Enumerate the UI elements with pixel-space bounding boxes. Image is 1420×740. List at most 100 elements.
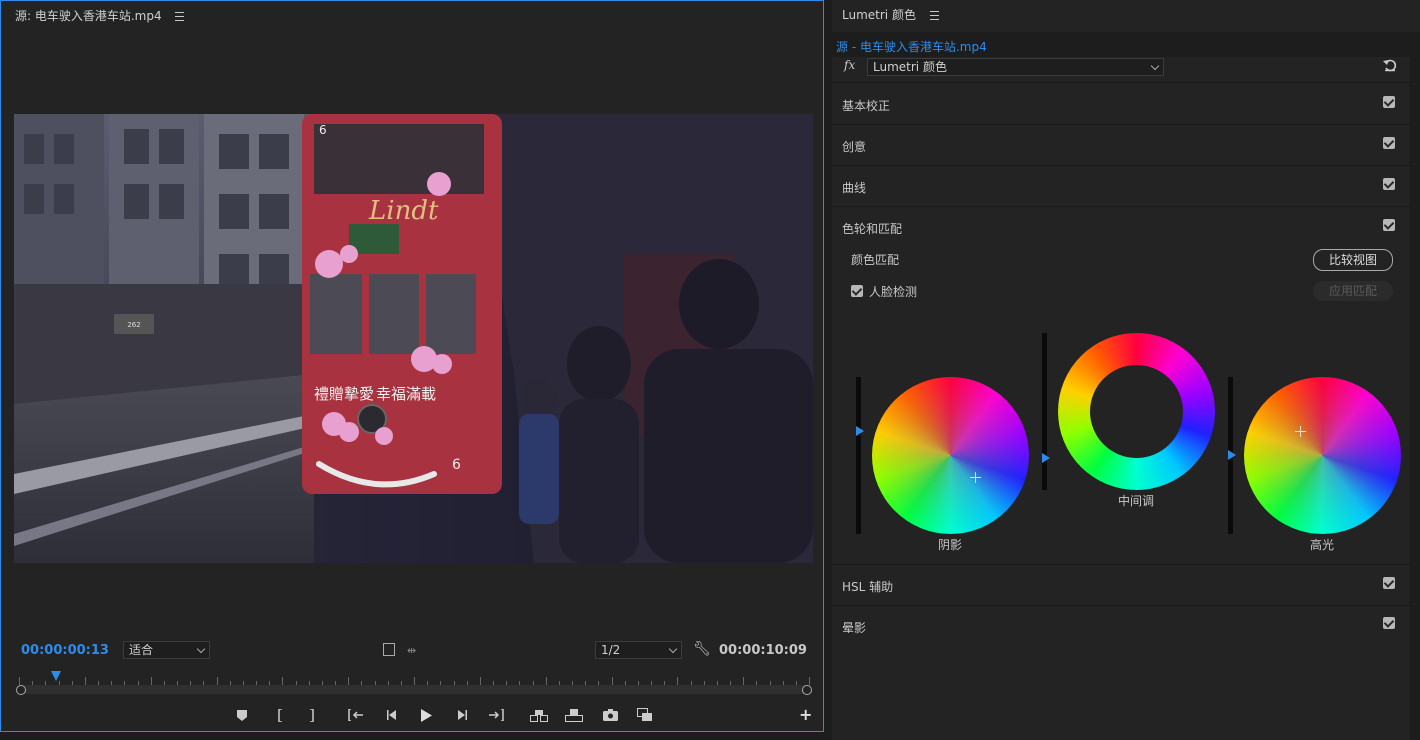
mark-in-button[interactable] xyxy=(270,705,290,725)
section-vignette-label: 晕影 xyxy=(842,621,867,635)
ruler-tick xyxy=(546,677,547,685)
playhead[interactable] xyxy=(51,671,62,681)
zoom-dropdown-value: 适合 xyxy=(129,643,154,657)
midtones-color-wheel[interactable] xyxy=(1058,333,1215,490)
effect-dropdown-value: Lumetri 颜色 xyxy=(873,60,947,74)
zoom-handle-left[interactable] xyxy=(16,685,26,695)
section-basic-label: 基本校正 xyxy=(842,99,891,113)
ruler-tick xyxy=(612,677,613,685)
resolution-dropdown-value: 1/2 xyxy=(601,643,621,657)
lumetri-panel-title[interactable]: Lumetri 颜色 xyxy=(842,6,939,23)
curves-enable-checkbox[interactable] xyxy=(1383,178,1395,190)
drop-frame-icon[interactable]: ⇹ xyxy=(407,644,416,657)
safe-margins-icon[interactable] xyxy=(383,643,395,656)
section-creative[interactable]: 创意 xyxy=(832,124,1410,166)
highlights-color-wheel[interactable] xyxy=(1244,377,1401,534)
highlights-label: 高光 xyxy=(1309,538,1334,552)
duration-timecode: 00:00:10:09 xyxy=(719,643,807,658)
midtones-slider[interactable] xyxy=(1042,333,1047,490)
midtones-slider-handle[interactable] xyxy=(1042,453,1050,463)
ruler-tick xyxy=(743,677,744,685)
shadows-label: 阴影 xyxy=(937,538,962,552)
camera-icon xyxy=(602,709,618,721)
mark-out-icon xyxy=(310,708,314,722)
ruler-tick xyxy=(677,677,678,685)
shadows-slider-handle[interactable] xyxy=(856,426,864,436)
current-timecode[interactable]: 00:00:00:13 xyxy=(21,643,109,658)
ruler-tick xyxy=(85,677,86,685)
section-curves[interactable]: 曲线 xyxy=(832,165,1410,207)
zoom-dropdown[interactable]: 适合 xyxy=(123,641,210,659)
chevron-down-icon xyxy=(668,644,678,654)
color-match-label: 颜色匹配 xyxy=(851,253,900,267)
tram-slogan-1: 禮贈摯愛 xyxy=(314,385,374,403)
zoom-scroll-bar[interactable] xyxy=(21,685,807,694)
source-clip-tab[interactable]: 源 - 电车驶入香港车站.mp4 xyxy=(836,38,987,55)
section-vignette[interactable]: 晕影 xyxy=(832,605,1410,647)
resolution-dropdown[interactable]: 1/2 xyxy=(595,641,682,659)
add-button-icon[interactable]: + xyxy=(799,705,812,724)
mark-out-button[interactable] xyxy=(302,705,322,725)
insert-icon xyxy=(530,709,548,722)
mark-in-icon xyxy=(278,708,282,722)
ruler-tick xyxy=(414,677,415,685)
chevron-down-icon xyxy=(196,644,206,654)
source-monitor-title-text: 源: 电车驶入香港车站.mp4 xyxy=(15,9,162,23)
apply-match-button[interactable]: 应用匹配 xyxy=(1313,281,1393,301)
tram-number-top-text: 6 xyxy=(319,123,327,137)
wheels-enable-checkbox[interactable] xyxy=(1383,219,1395,231)
insert-button[interactable] xyxy=(529,705,549,725)
panel-menu-icon[interactable] xyxy=(929,11,939,20)
section-wheels-label[interactable]: 色轮和匹配 xyxy=(842,220,902,237)
overwrite-button[interactable] xyxy=(564,705,584,725)
highlights-slider-handle[interactable] xyxy=(1228,450,1236,460)
section-hsl-secondary[interactable]: HSL 辅助 xyxy=(832,564,1410,606)
marker-icon xyxy=(237,709,247,721)
button-editor-button[interactable] xyxy=(635,705,655,725)
ruler-tick xyxy=(19,677,20,685)
zoom-handle-right[interactable] xyxy=(802,685,812,695)
lumetri-scrollbar[interactable] xyxy=(1410,32,1420,740)
ruler-tick xyxy=(282,677,283,685)
panel-menu-icon[interactable] xyxy=(175,12,185,21)
ruler-tick xyxy=(809,677,810,685)
section-hsl-label: HSL 辅助 xyxy=(842,580,894,594)
basic-enable-checkbox[interactable] xyxy=(1383,96,1395,108)
ruler-tick xyxy=(348,677,349,685)
go-to-out-button[interactable] xyxy=(486,705,506,725)
fx-badge[interactable]: fx xyxy=(844,58,855,72)
source-monitor-title[interactable]: 源: 电车驶入香港车站.mp4 xyxy=(15,7,185,24)
hsl-enable-checkbox[interactable] xyxy=(1383,577,1395,589)
step-forward-button[interactable] xyxy=(452,705,472,725)
step-back-icon xyxy=(387,710,396,720)
chevron-down-icon xyxy=(1150,61,1160,71)
highlights-crosshair-icon[interactable] xyxy=(1295,426,1306,437)
add-marker-button[interactable] xyxy=(232,705,252,725)
time-ruler[interactable] xyxy=(19,671,810,685)
creative-enable-checkbox[interactable] xyxy=(1383,137,1395,149)
section-curves-label: 曲线 xyxy=(842,181,867,195)
video-frame: 262 Lindt 禮贈摯愛 幸福滿載 6 6 xyxy=(14,114,813,563)
export-frame-button[interactable] xyxy=(600,705,620,725)
shadows-color-wheel[interactable] xyxy=(872,377,1029,534)
section-basic-correction[interactable]: 基本校正 xyxy=(832,82,1410,125)
ruler-tick xyxy=(217,677,218,685)
compare-view-button[interactable]: 比较视图 xyxy=(1313,249,1393,271)
play-button[interactable] xyxy=(416,705,436,725)
shadows-crosshair-icon[interactable] xyxy=(970,472,981,483)
face-detection-checkbox[interactable] xyxy=(851,285,863,297)
tram-number-text: 6 xyxy=(452,457,461,473)
go-to-in-button[interactable] xyxy=(346,705,366,725)
compare-icon xyxy=(637,708,652,721)
shadows-slider[interactable] xyxy=(856,377,861,534)
reset-icon[interactable] xyxy=(1383,58,1397,75)
ruler-tick xyxy=(151,677,152,685)
effect-dropdown[interactable]: Lumetri 颜色 xyxy=(867,58,1164,76)
vignette-enable-checkbox[interactable] xyxy=(1383,617,1395,629)
shop-number-text: 262 xyxy=(127,321,140,329)
play-icon xyxy=(421,708,432,722)
step-back-button[interactable] xyxy=(382,705,402,725)
wrench-icon[interactable]: 🔧︎ xyxy=(693,641,711,657)
go-to-in-icon xyxy=(348,709,363,721)
lumetri-color-panel: Lumetri 颜色 源 - 电车驶入香港车站.mp4 fx Lumetri 颜… xyxy=(832,0,1420,740)
